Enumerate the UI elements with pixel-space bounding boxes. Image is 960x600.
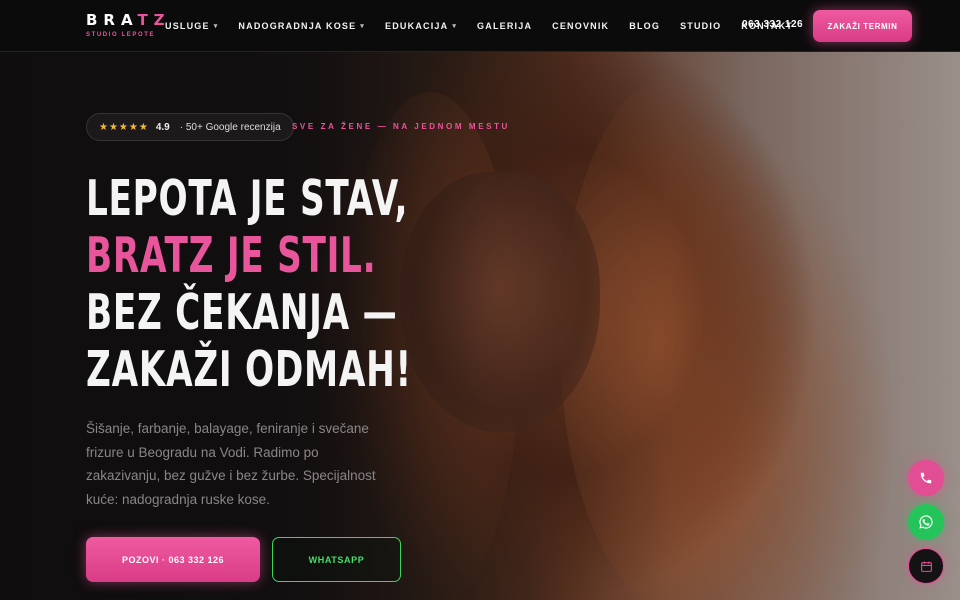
rating-value: 4.9 bbox=[155, 121, 170, 133]
floating-calendar-button[interactable] bbox=[908, 548, 944, 584]
nav-item-cenovnik[interactable]: CENOVNIK bbox=[552, 21, 609, 31]
headline-line-1: LEPOTA JE STAV, bbox=[86, 170, 409, 227]
nav-item-studio[interactable]: STUDIO bbox=[680, 21, 721, 31]
review-count: · 50+ Google recenzija bbox=[179, 121, 281, 133]
brand-logo[interactable]: BRATZ STUDIO LEPOTE bbox=[86, 11, 171, 39]
chevron-down-icon: ▾ bbox=[360, 23, 366, 30]
hero-tagline: SVE ZA ŽENE — NA JEDNOM MESTU bbox=[292, 122, 510, 131]
logo-subtitle: STUDIO LEPOTE bbox=[86, 32, 156, 38]
chevron-down-icon: ▾ bbox=[452, 23, 458, 30]
book-appointment-button[interactable]: ZAKAŽI TERMIN bbox=[813, 10, 912, 42]
floating-phone-button[interactable] bbox=[908, 460, 944, 496]
google-rating-badge: ★★★★★ 4.9 · 50+ Google recenzija bbox=[86, 113, 294, 141]
whatsapp-icon bbox=[919, 515, 933, 529]
headline-line-2: BRATZ JE STIL. bbox=[86, 227, 377, 284]
star-rating-icon: ★★★★★ bbox=[99, 121, 149, 133]
nav-item-galerija[interactable]: GALERIJA bbox=[477, 21, 532, 31]
top-navbar: BRATZ STUDIO LEPOTE USLUGE ▾ NADOGRADNJA … bbox=[0, 0, 960, 52]
hero-description: Šišanje, farbanje, balayage, feniranje i… bbox=[86, 421, 376, 507]
chevron-down-icon: ▾ bbox=[213, 23, 219, 30]
call-button[interactable]: POZOVI · 063 332 126 bbox=[86, 537, 260, 582]
whatsapp-button[interactable]: WHATSAPP bbox=[272, 537, 401, 582]
calendar-icon bbox=[920, 561, 932, 572]
header-phone-link[interactable]: 063 332 126 bbox=[742, 19, 803, 30]
headline-line-3: BEZ ČEKANJA — bbox=[86, 284, 398, 341]
nav-item-nadogradnja-kose[interactable]: NADOGRADNJA KOSE ▾ bbox=[238, 21, 365, 31]
floating-whatsapp-button[interactable] bbox=[908, 504, 944, 540]
logo-text: BRATZ bbox=[86, 11, 171, 29]
hero-headline: LEPOTA JE STAV, BRATZ JE STIL. BEZ ČEKAN… bbox=[86, 170, 412, 398]
phone-icon bbox=[920, 472, 932, 484]
nav-item-usluge[interactable]: USLUGE ▾ bbox=[165, 21, 218, 31]
main-menu: USLUGE ▾ NADOGRADNJA KOSE ▾ EDUKACIJA ▾ GAL… bbox=[165, 0, 813, 52]
headline-line-4: ZAKAŽI ODMAH! bbox=[86, 341, 412, 398]
nav-item-edukacija[interactable]: EDUKACIJA ▾ bbox=[385, 21, 457, 31]
nav-item-blog[interactable]: BLOG bbox=[629, 21, 660, 31]
